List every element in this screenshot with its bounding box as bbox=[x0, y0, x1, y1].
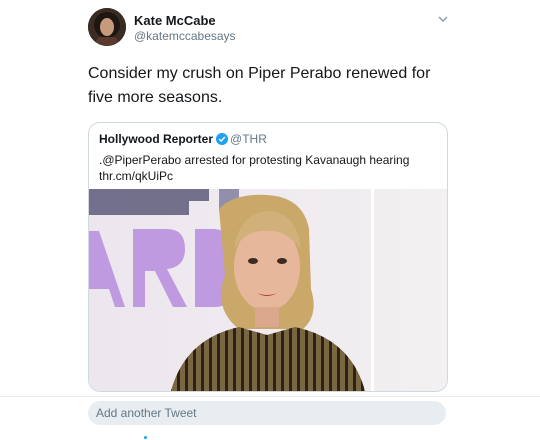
quoted-author-handle: @THR bbox=[230, 132, 267, 146]
author-handle[interactable]: @katemccabesays bbox=[134, 29, 236, 43]
quoted-photo[interactable] bbox=[89, 189, 447, 391]
tweet-card: Kate McCabe @katemccabesays Consider my … bbox=[0, 0, 540, 440]
avatar[interactable] bbox=[88, 8, 126, 46]
quoted-tweet[interactable]: Hollywood Reporter @THR .@PiperPerabo arr… bbox=[88, 122, 448, 392]
quoted-text-line: .@PiperPerabo arrested for protesting Ka… bbox=[99, 153, 410, 167]
author-name[interactable]: Kate McCabe bbox=[134, 13, 216, 28]
quoted-tweet-header: Hollywood Reporter @THR bbox=[99, 132, 267, 148]
quoted-author-name: Hollywood Reporter bbox=[99, 132, 214, 146]
quoted-tweet-text: .@PiperPerabo arrested for protesting Ka… bbox=[99, 152, 439, 184]
chevron-down-icon[interactable] bbox=[436, 12, 450, 26]
verified-badge-icon bbox=[216, 133, 229, 148]
indicator-dot bbox=[144, 436, 147, 439]
quoted-link[interactable]: thr.cm/qkUiPc bbox=[99, 168, 439, 184]
divider bbox=[0, 396, 540, 397]
tweet-text: Consider my crush on Piper Perabo renewe… bbox=[88, 65, 431, 106]
add-tweet-input[interactable] bbox=[88, 401, 446, 425]
